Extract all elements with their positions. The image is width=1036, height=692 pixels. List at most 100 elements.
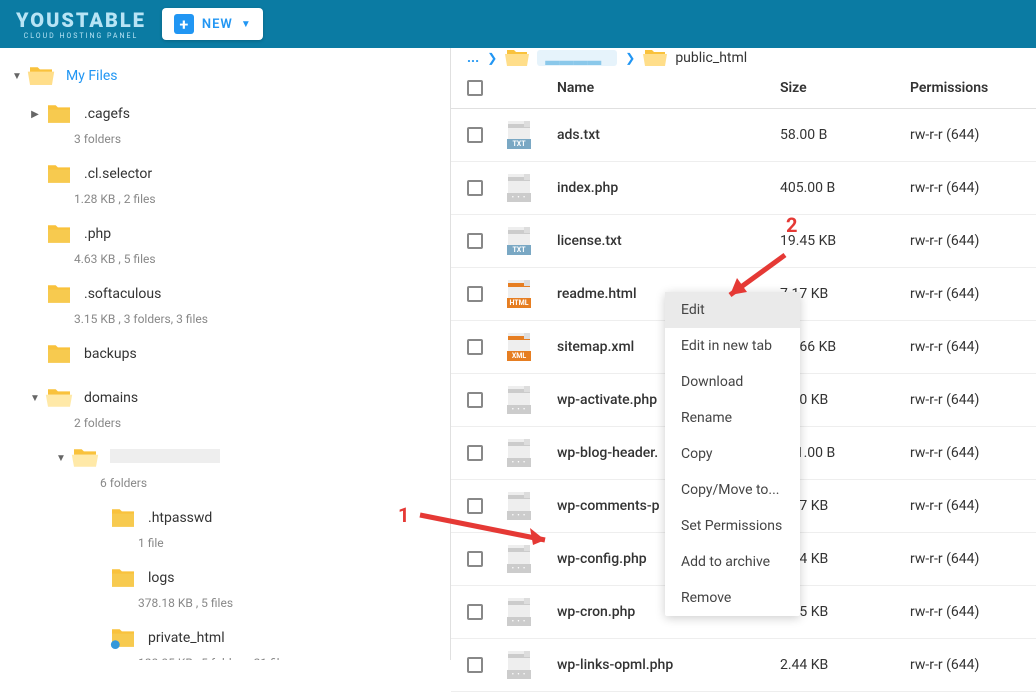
file-name: wp-links-opml.php: [557, 657, 780, 673]
annotation-arrow-2: [715, 250, 795, 305]
row-checkbox[interactable]: [467, 127, 483, 143]
tree-item-label: .cagefs: [84, 106, 130, 122]
tree-item[interactable]: ▼6 folders: [0, 436, 450, 496]
select-all-checkbox[interactable]: [467, 80, 483, 96]
file-icon: TXT: [507, 227, 531, 255]
tree-item-sub: 378.18 KB , 5 files: [94, 596, 450, 610]
column-header-size[interactable]: Size: [780, 80, 910, 96]
app-header: YOUSTABLE CLOUD HOSTING PANEL + NEW ▼: [0, 0, 1036, 48]
context-menu-item[interactable]: Rename: [665, 400, 800, 436]
context-menu-item[interactable]: Edit in new tab: [665, 328, 800, 364]
file-name: license.txt: [557, 233, 780, 249]
row-checkbox[interactable]: [467, 604, 483, 620]
chevron-right-icon: ❯: [487, 51, 497, 65]
tree-item[interactable]: .cl.selector1.28 KB , 2 files: [0, 152, 450, 212]
file-permissions: rw-r-r (644): [910, 180, 1020, 196]
file-name: ads.txt: [557, 127, 780, 143]
tree-root[interactable]: ▼ My Files: [0, 60, 450, 92]
column-header-name[interactable]: Name: [557, 80, 780, 96]
context-menu: EditEdit in new tabDownloadRenameCopyCop…: [665, 292, 800, 616]
tree-item[interactable]: logs 378.18 KB , 5 files: [0, 556, 450, 616]
tree-item[interactable]: .php4.63 KB , 5 files: [0, 212, 450, 272]
breadcrumb-item-blurred[interactable]: ▬▬▬▬: [537, 50, 617, 66]
row-checkbox[interactable]: [467, 286, 483, 302]
row-checkbox[interactable]: [467, 180, 483, 196]
file-permissions: rw-r-r (644): [910, 286, 1020, 302]
folder-icon: [44, 386, 74, 410]
folder-icon: [26, 64, 56, 88]
file-row[interactable]: • • •wp-links-opml.php2.44 KBrw-r-r (644…: [451, 639, 1036, 692]
folder-icon: [108, 566, 138, 590]
file-icon: HTML: [507, 280, 531, 308]
file-icon: • • •: [507, 598, 531, 626]
tree-toggle-icon[interactable]: ▼: [12, 71, 22, 82]
context-menu-item[interactable]: Copy/Move to...: [665, 472, 800, 508]
table-header: Name Size Permissions: [451, 68, 1036, 109]
row-checkbox[interactable]: [467, 445, 483, 461]
context-menu-item[interactable]: Set Permissions: [665, 508, 800, 544]
folder-icon: [643, 48, 667, 68]
new-button-label: NEW: [202, 17, 233, 32]
tree-toggle-icon[interactable]: ▶: [30, 109, 40, 120]
file-permissions: rw-r-r (644): [910, 604, 1020, 620]
file-permissions: rw-r-r (644): [910, 551, 1020, 567]
tree-item-label: .htpasswd: [148, 510, 212, 526]
annotation-number-2: 2: [786, 213, 797, 237]
sidebar: ▼ My Files ▶.cagefs3 folders.cl.selector…: [0, 48, 450, 660]
file-permissions: rw-r-r (644): [910, 445, 1020, 461]
tree-item-label: logs: [148, 570, 174, 586]
file-size: 405.00 B: [780, 180, 910, 196]
breadcrumb: ... ❯ ▬▬▬▬ ❯ public_html: [451, 48, 1036, 68]
tree-item[interactable]: backups: [0, 332, 450, 376]
row-checkbox[interactable]: [467, 233, 483, 249]
folder-icon: [44, 342, 74, 366]
context-menu-item[interactable]: Copy: [665, 436, 800, 472]
context-menu-item[interactable]: Add to archive: [665, 544, 800, 580]
tree-item-sub: 3.15 KB , 3 folders, 3 files: [30, 312, 450, 326]
file-icon: • • •: [507, 386, 531, 414]
folder-icon: [44, 282, 74, 306]
chevron-down-icon: ▼: [241, 19, 251, 30]
breadcrumb-root[interactable]: ...: [467, 50, 479, 66]
file-size: 2.44 KB: [780, 657, 910, 673]
file-permissions: rw-r-r (644): [910, 233, 1020, 249]
tree-item[interactable]: ▼ domains 2 folders: [0, 376, 450, 436]
tree-item[interactable]: .htpasswd 1 file: [0, 496, 450, 556]
row-checkbox[interactable]: [467, 392, 483, 408]
tree-item-label: .cl.selector: [84, 166, 152, 182]
row-checkbox[interactable]: [467, 551, 483, 567]
logo-text: YOUSTABLE: [16, 8, 146, 32]
folder-icon: [108, 626, 138, 650]
context-menu-item[interactable]: Remove: [665, 580, 800, 616]
tree-item[interactable]: ▶.cagefs3 folders: [0, 92, 450, 152]
tree-item-sub: 1 file: [94, 536, 450, 550]
file-name: index.php: [557, 180, 780, 196]
file-icon: • • •: [507, 439, 531, 467]
file-row[interactable]: TXTads.txt58.00 Brw-r-r (644): [451, 109, 1036, 162]
folder-icon: [44, 102, 74, 126]
tree-item-label: .softaculous: [84, 286, 161, 302]
file-icon: TXT: [507, 121, 531, 149]
logo: YOUSTABLE CLOUD HOSTING PANEL: [16, 8, 146, 40]
tree-item-label: .php: [84, 226, 111, 242]
logo-subtitle: CLOUD HOSTING PANEL: [24, 32, 139, 40]
tree-toggle-icon[interactable]: ▼: [30, 393, 40, 404]
tree-item-label: domains: [84, 390, 138, 406]
row-checkbox[interactable]: [467, 657, 483, 673]
plus-icon: +: [174, 14, 194, 34]
breadcrumb-current[interactable]: public_html: [675, 50, 747, 66]
tree-item[interactable]: private_html180.05 KB , 5 folders, 21 fi…: [0, 616, 450, 660]
tree-toggle-icon[interactable]: ▼: [56, 453, 66, 464]
new-button[interactable]: + NEW ▼: [162, 8, 263, 40]
context-menu-item[interactable]: Download: [665, 364, 800, 400]
row-checkbox[interactable]: [467, 339, 483, 355]
column-header-permissions[interactable]: Permissions: [910, 80, 1020, 96]
tree-item[interactable]: .softaculous 3.15 KB , 3 folders, 3 files: [0, 272, 450, 332]
annotation-number-1: 1: [398, 503, 409, 527]
tree-item-label: private_html: [148, 630, 225, 646]
file-row[interactable]: • • •index.php405.00 Brw-r-r (644): [451, 162, 1036, 215]
tree-item-sub: 2 folders: [30, 416, 450, 430]
chevron-right-icon: ❯: [625, 51, 635, 65]
tree-item-label: backups: [84, 346, 137, 362]
file-size: 58.00 B: [780, 127, 910, 143]
